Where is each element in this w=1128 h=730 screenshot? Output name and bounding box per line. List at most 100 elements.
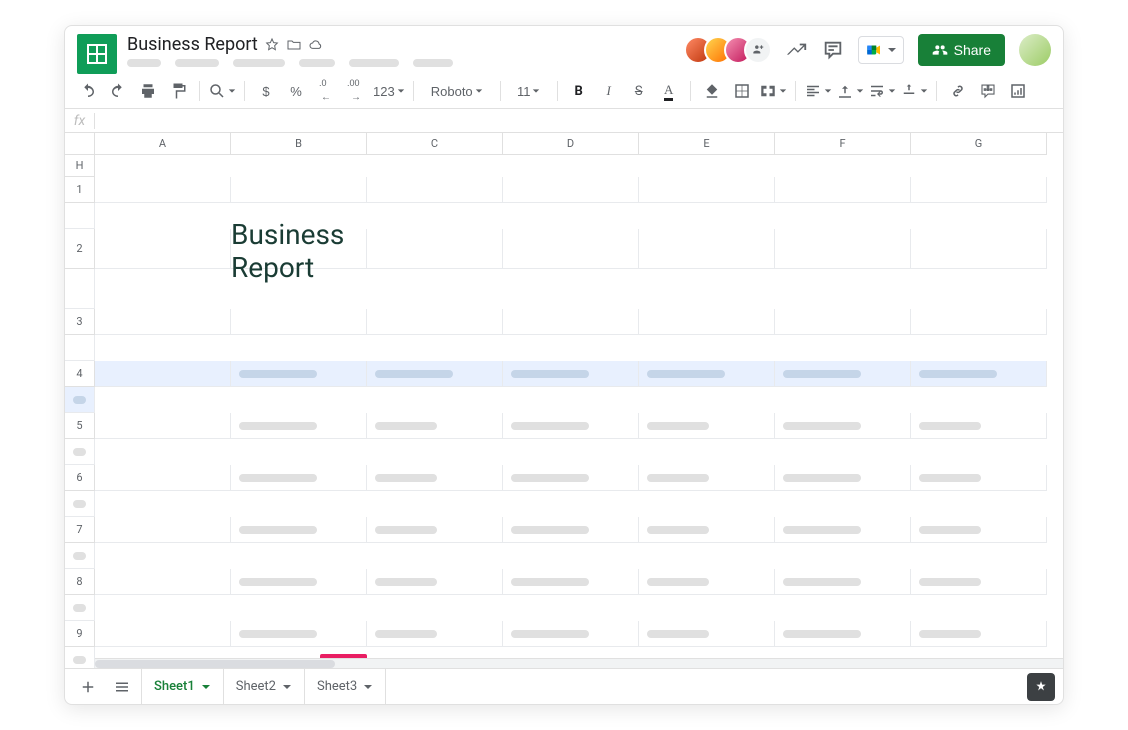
row-header[interactable]: 7 xyxy=(65,517,95,543)
cell-B4[interactable] xyxy=(231,361,367,387)
row-header[interactable]: 5 xyxy=(65,413,95,439)
activity-trend-icon[interactable] xyxy=(786,39,808,61)
cell-D7[interactable] xyxy=(503,517,639,543)
cell-H1[interactable] xyxy=(65,203,95,229)
column-header[interactable]: G xyxy=(911,133,1047,155)
menu-item-placeholder[interactable] xyxy=(349,59,399,67)
cell-B2[interactable]: Business Report xyxy=(231,229,367,269)
cell-A1[interactable] xyxy=(95,177,231,203)
cell-G6[interactable] xyxy=(911,465,1047,491)
cell-D9[interactable] xyxy=(503,621,639,647)
sheets-logo-icon[interactable] xyxy=(77,34,117,74)
share-button[interactable]: Share xyxy=(918,34,1005,66)
cell-F1[interactable] xyxy=(775,177,911,203)
cell-F9[interactable] xyxy=(775,621,911,647)
account-avatar[interactable] xyxy=(1019,34,1051,66)
row-header[interactable]: 9 xyxy=(65,621,95,647)
cell-G8[interactable] xyxy=(911,569,1047,595)
cell-H2[interactable] xyxy=(65,269,95,309)
menu-item-placeholder[interactable] xyxy=(233,59,285,67)
cell-D4[interactable] xyxy=(503,361,639,387)
doc-title[interactable]: Business Report xyxy=(127,34,258,55)
cell-G5[interactable] xyxy=(911,413,1047,439)
merge-cells-button[interactable] xyxy=(759,78,787,104)
insert-comment-button[interactable] xyxy=(975,78,1001,104)
cell-E3[interactable] xyxy=(639,309,775,335)
cell-D3[interactable] xyxy=(503,309,639,335)
cell-F4[interactable] xyxy=(775,361,911,387)
fill-color-button[interactable] xyxy=(699,78,725,104)
bold-button[interactable]: B xyxy=(566,78,592,104)
cell-G7[interactable] xyxy=(911,517,1047,543)
cell-E7[interactable] xyxy=(639,517,775,543)
cell-A3[interactable] xyxy=(95,309,231,335)
insert-link-button[interactable] xyxy=(945,78,971,104)
cell-B1[interactable] xyxy=(231,177,367,203)
cell-F8[interactable] xyxy=(775,569,911,595)
cell-D5[interactable] xyxy=(503,413,639,439)
cell-C7[interactable] xyxy=(367,517,503,543)
cell-E1[interactable] xyxy=(639,177,775,203)
paint-format-button[interactable] xyxy=(165,78,191,104)
formula-input[interactable] xyxy=(95,113,1063,128)
cell-F3[interactable] xyxy=(775,309,911,335)
row-header[interactable]: 8 xyxy=(65,569,95,595)
currency-button[interactable]: $ xyxy=(253,78,279,104)
cell-E4[interactable] xyxy=(639,361,775,387)
sheet-tab[interactable]: Sheet3 xyxy=(305,669,386,705)
column-header[interactable]: D xyxy=(503,133,639,155)
cell-C6[interactable] xyxy=(367,465,503,491)
cell-F5[interactable] xyxy=(775,413,911,439)
cell-G2[interactable] xyxy=(911,229,1047,269)
text-color-button[interactable]: A xyxy=(656,78,682,104)
font-size-dropdown[interactable]: 11 xyxy=(509,78,549,104)
cell-D8[interactable] xyxy=(503,569,639,595)
cell-G9[interactable] xyxy=(911,621,1047,647)
insert-chart-button[interactable] xyxy=(1005,78,1031,104)
row-header[interactable]: 4 xyxy=(65,361,95,387)
cell-C4[interactable] xyxy=(367,361,503,387)
borders-button[interactable] xyxy=(729,78,755,104)
zoom-dropdown[interactable] xyxy=(208,78,236,104)
cell-B6[interactable] xyxy=(231,465,367,491)
menu-item-placeholder[interactable] xyxy=(127,59,161,67)
cell-A2[interactable] xyxy=(95,229,231,269)
row-header[interactable]: 3 xyxy=(65,309,95,335)
cell-B5[interactable] xyxy=(231,413,367,439)
meet-button[interactable] xyxy=(858,36,904,64)
column-header[interactable]: C xyxy=(367,133,503,155)
star-icon[interactable] xyxy=(264,37,280,53)
cell-E5[interactable] xyxy=(639,413,775,439)
column-header[interactable]: B xyxy=(231,133,367,155)
cell-A6[interactable] xyxy=(95,465,231,491)
cell-H6[interactable] xyxy=(65,491,95,517)
menu-item-placeholder[interactable] xyxy=(175,59,219,67)
cell-D1[interactable] xyxy=(503,177,639,203)
cell-A5[interactable] xyxy=(95,413,231,439)
add-sheet-button[interactable] xyxy=(73,672,103,702)
cell-F6[interactable] xyxy=(775,465,911,491)
cell-C2[interactable] xyxy=(367,229,503,269)
column-header[interactable]: H xyxy=(65,155,95,177)
cell-E2[interactable] xyxy=(639,229,775,269)
strikethrough-button[interactable]: S xyxy=(626,78,652,104)
cell-B9[interactable] xyxy=(231,621,367,647)
menu-item-placeholder[interactable] xyxy=(413,59,453,67)
increase-decimal-button[interactable]: .00→ xyxy=(343,78,369,104)
move-folder-icon[interactable] xyxy=(286,37,302,53)
cell-G1[interactable] xyxy=(911,177,1047,203)
horizontal-scrollbar[interactable] xyxy=(95,658,1063,668)
cell-G4[interactable] xyxy=(911,361,1047,387)
cell-C5[interactable] xyxy=(367,413,503,439)
cell-A4[interactable] xyxy=(95,361,231,387)
redo-button[interactable] xyxy=(105,78,131,104)
comments-icon[interactable] xyxy=(822,39,844,61)
vertical-align-button[interactable] xyxy=(836,78,864,104)
cell-H5[interactable] xyxy=(65,439,95,465)
cell-C3[interactable] xyxy=(367,309,503,335)
cell-A9[interactable] xyxy=(95,621,231,647)
cell-B7[interactable] xyxy=(231,517,367,543)
column-header[interactable]: F xyxy=(775,133,911,155)
cell-G3[interactable] xyxy=(911,309,1047,335)
cell-C1[interactable] xyxy=(367,177,503,203)
